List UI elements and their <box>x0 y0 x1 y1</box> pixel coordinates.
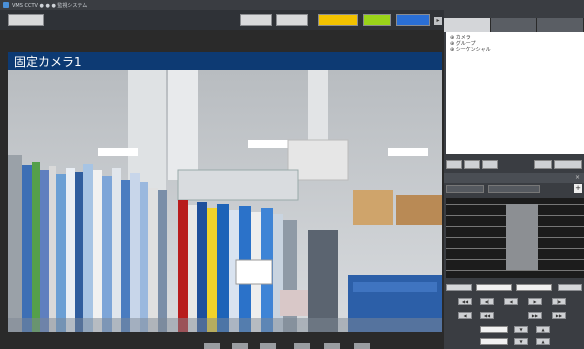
control-field-2[interactable] <box>516 284 552 291</box>
playback-option-1[interactable] <box>446 185 484 193</box>
bottom-control-1[interactable] <box>204 343 220 349</box>
camera-tree: ⊕ カメラ ⊕ グループ ⊕ シーケンシャル <box>446 32 584 154</box>
plus-icon[interactable]: + <box>574 184 582 193</box>
time-field[interactable] <box>480 338 508 345</box>
tab-1[interactable] <box>444 18 491 32</box>
speed-down-button[interactable]: ▼ <box>514 326 528 333</box>
control-field-1[interactable] <box>476 284 512 291</box>
timeline-row-line <box>446 270 584 271</box>
speed-field[interactable] <box>480 326 508 333</box>
control-toggle[interactable] <box>446 284 472 291</box>
window-title: VMS CCTV ● ● ● 監視システム <box>12 2 88 9</box>
time-down-button[interactable]: ▼ <box>514 338 528 345</box>
tree-button-3[interactable] <box>482 160 498 169</box>
tab-2[interactable] <box>490 18 538 32</box>
tree-item-sequential[interactable]: ⊕ シーケンシャル <box>450 47 580 53</box>
play-reverse-button[interactable]: ◀ <box>504 298 518 305</box>
playback-controls: ◀◀ ◀| ◀ ▶ |▶ ◀ ◀◀ ▶▶ ▶▶ ▼ ▲ ▼ ▲ <box>444 282 584 349</box>
step-forward-button[interactable]: |▶ <box>552 298 566 305</box>
timeline-selection[interactable] <box>506 204 538 270</box>
slow-forward-button[interactable]: ▶▶ <box>528 312 542 319</box>
tab-3[interactable] <box>537 18 584 32</box>
time-up-button[interactable]: ▲ <box>536 338 550 345</box>
app-window: VMS CCTV ● ● ● 監視システム ▸ 固定カメラ1 ⊕ カメラ ⊕ グ… <box>0 0 584 349</box>
toolbar-button-1[interactable] <box>240 14 272 26</box>
toolbar-button-4[interactable] <box>363 14 391 26</box>
right-panel: ⊕ カメラ ⊕ グループ ⊕ シーケンシャル × + ◀◀ ◀| ◀ ▶ |▶ … <box>444 10 584 349</box>
control-action[interactable] <box>558 284 582 291</box>
bottom-control-4[interactable] <box>294 343 310 349</box>
tree-button-4[interactable] <box>534 160 552 169</box>
tree-button-5[interactable] <box>554 160 582 169</box>
play-button[interactable]: ▶ <box>528 298 542 305</box>
panel-toggle-arrow-icon[interactable]: ▸ <box>434 17 442 25</box>
camera-video-view[interactable] <box>8 70 442 332</box>
bottom-control-3[interactable] <box>260 343 276 349</box>
tree-button-1[interactable] <box>446 160 462 169</box>
speed-up-button[interactable]: ▲ <box>536 326 550 333</box>
playback-options: + <box>444 183 584 195</box>
tree-item-label: シーケンシャル <box>455 47 491 53</box>
step-back-button[interactable]: ◀| <box>480 298 494 305</box>
frame-back-button[interactable]: ◀ <box>458 312 472 319</box>
rewind-button[interactable]: ◀◀ <box>458 298 472 305</box>
monitor-button[interactable] <box>8 14 44 26</box>
camera-bottom-bar <box>8 332 442 349</box>
fast-forward-button[interactable]: ▶▶ <box>552 312 566 319</box>
toolbar-button-5[interactable] <box>396 14 430 26</box>
camera-header: 固定カメラ1 <box>8 52 442 70</box>
playback-header: × <box>444 173 584 183</box>
playback-option-2[interactable] <box>488 185 540 193</box>
app-icon <box>3 2 9 8</box>
bottom-control-6[interactable] <box>354 343 370 349</box>
camera-title: 固定カメラ1 <box>14 55 82 69</box>
toolbar-button-3[interactable] <box>318 14 358 26</box>
right-panel-tabs <box>444 18 584 32</box>
bottom-control-5[interactable] <box>324 343 340 349</box>
slow-back-button[interactable]: ◀◀ <box>480 312 494 319</box>
close-icon[interactable]: × <box>575 174 580 181</box>
camera-scene-image <box>8 70 442 332</box>
timeline-area[interactable] <box>446 198 584 278</box>
toolbar-button-2[interactable] <box>276 14 308 26</box>
bottom-control-2[interactable] <box>232 343 248 349</box>
title-bar: VMS CCTV ● ● ● 監視システム <box>0 0 584 10</box>
tree-button-2[interactable] <box>464 160 480 169</box>
tree-button-row <box>444 160 584 170</box>
